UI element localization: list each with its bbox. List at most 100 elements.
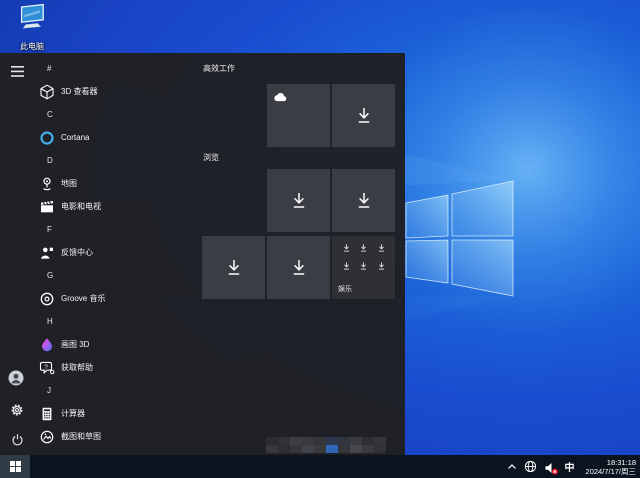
app-item-movies-tv[interactable]: 电影和电视 <box>32 195 196 218</box>
app-item-3d-viewer[interactable]: 3D 查看器 <box>32 80 196 103</box>
censored-mosaic <box>266 437 386 453</box>
tile-pending-download[interactable] <box>267 236 330 299</box>
mini-download-arrows-grid <box>338 243 390 272</box>
download-arrow-icon <box>222 256 246 280</box>
download-arrow-icon <box>342 261 351 272</box>
taskbar: 中 18:31:18 2024/7/17/周三 <box>0 455 640 478</box>
volume-muted-tray[interactable] <box>544 460 558 474</box>
mosaic-block <box>374 445 386 453</box>
download-arrow-icon <box>359 261 368 272</box>
download-arrow-icon <box>352 104 376 128</box>
download-arrow-icon <box>287 256 311 280</box>
app-list-header[interactable]: # <box>32 57 196 80</box>
app-item-paint-3d[interactable]: 画图 3D <box>32 333 196 356</box>
mosaic-block <box>362 445 374 453</box>
app-list-header[interactable]: H <box>32 310 196 333</box>
power-icon <box>11 433 24 447</box>
snip-sketch-icon <box>39 429 55 445</box>
get-help-chat-icon: ? <box>39 360 55 376</box>
mosaic-block <box>290 437 302 445</box>
gear-icon <box>10 403 24 417</box>
windows-logo-icon <box>10 461 21 472</box>
3d-viewer-cube-icon <box>39 84 55 100</box>
cloud-icon <box>273 92 288 102</box>
ime-indicator[interactable]: 中 <box>565 459 575 474</box>
start-menu: # 3D 查看器 C Cortana D <box>0 53 405 455</box>
mosaic-block <box>338 445 350 453</box>
cortana-ring-icon <box>39 130 55 146</box>
clock-time: 18:31:18 <box>586 458 636 467</box>
tile-group-header-explore[interactable]: 浏览 <box>203 152 219 163</box>
download-arrow-icon <box>377 243 386 254</box>
power-button[interactable] <box>9 432 25 448</box>
this-pc-monitor-icon <box>16 3 48 35</box>
app-item-calculator[interactable]: 计算器 <box>32 402 196 425</box>
calculator-icon <box>39 406 55 422</box>
mosaic-block <box>302 445 314 453</box>
user-account-button[interactable] <box>8 370 24 386</box>
download-arrow-icon <box>287 189 311 213</box>
mosaic-block <box>326 445 338 453</box>
chevron-up-icon <box>507 463 517 470</box>
mosaic-block <box>350 445 362 453</box>
mosaic-block <box>314 445 326 453</box>
tile-folder-entertainment[interactable]: 娱乐 <box>332 236 395 299</box>
mosaic-block <box>350 437 362 445</box>
mosaic-block <box>266 445 278 453</box>
start-menu-rail <box>0 53 32 455</box>
mosaic-block <box>374 437 386 445</box>
settings-button[interactable] <box>9 402 25 418</box>
system-tray: 中 18:31:18 2024/7/17/周三 <box>507 455 640 478</box>
groove-music-disc-icon <box>39 291 55 307</box>
download-arrow-icon <box>352 189 376 213</box>
network-globe-icon <box>524 460 537 473</box>
app-list-header[interactable]: F <box>32 218 196 241</box>
tile-onedrive[interactable] <box>267 84 330 147</box>
app-list: # 3D 查看器 C Cortana D <box>32 57 196 448</box>
mosaic-block <box>302 437 314 445</box>
feedback-hub-person-icon <box>39 245 55 261</box>
desktop-icon-label: 此电脑 <box>6 41 58 52</box>
app-list-header[interactable]: J <box>32 379 196 402</box>
tile-group-header-productivity[interactable]: 高效工作 <box>203 63 235 74</box>
user-avatar-icon <box>8 370 24 386</box>
mosaic-block <box>278 445 290 453</box>
start-button[interactable] <box>0 455 30 478</box>
mosaic-block <box>266 437 278 445</box>
tile-pending-download[interactable] <box>267 169 330 232</box>
app-item-cortana[interactable]: Cortana <box>32 126 196 149</box>
mosaic-block <box>338 437 350 445</box>
tile-pending-download[interactable] <box>332 84 395 147</box>
tile-pending-download[interactable] <box>332 169 395 232</box>
download-arrow-icon <box>359 243 368 254</box>
mosaic-block <box>362 437 374 445</box>
app-item-snip-sketch[interactable]: 截图和草图 <box>32 425 196 448</box>
mosaic-block <box>326 437 338 445</box>
mosaic-block <box>290 445 302 453</box>
mosaic-block <box>278 437 290 445</box>
app-item-feedback-hub[interactable]: 反馈中心 <box>32 241 196 264</box>
folder-tile-label: 娱乐 <box>338 284 352 294</box>
clock-date: 2024/7/17/周三 <box>586 467 636 476</box>
expand-menu-button[interactable] <box>9 63 25 79</box>
paint-3d-drop-icon <box>39 337 55 353</box>
svg-text:?: ? <box>44 364 48 371</box>
network-status-tray[interactable] <box>524 460 537 473</box>
desktop-icon-this-pc[interactable]: 此电脑 <box>6 3 58 52</box>
download-arrow-icon <box>377 261 386 272</box>
app-list-header[interactable]: D <box>32 149 196 172</box>
app-list-header[interactable]: G <box>32 264 196 287</box>
hidden-icons-chevron[interactable] <box>507 463 517 470</box>
volume-muted-icon <box>544 461 558 475</box>
app-item-get-help[interactable]: ? 获取帮助 <box>32 356 196 379</box>
app-item-groove-music[interactable]: Groove 音乐 <box>32 287 196 310</box>
app-list-header[interactable]: C <box>32 103 196 126</box>
taskbar-clock[interactable]: 18:31:18 2024/7/17/周三 <box>586 458 636 476</box>
download-arrow-icon <box>342 243 351 254</box>
hamburger-icon <box>11 66 24 77</box>
app-item-maps[interactable]: 地图 <box>32 172 196 195</box>
movies-tv-clapperboard-icon <box>39 199 55 215</box>
maps-pin-icon <box>39 176 55 192</box>
tile-pending-download[interactable] <box>202 236 265 299</box>
windows-desktop: 此电脑 <box>0 0 640 478</box>
